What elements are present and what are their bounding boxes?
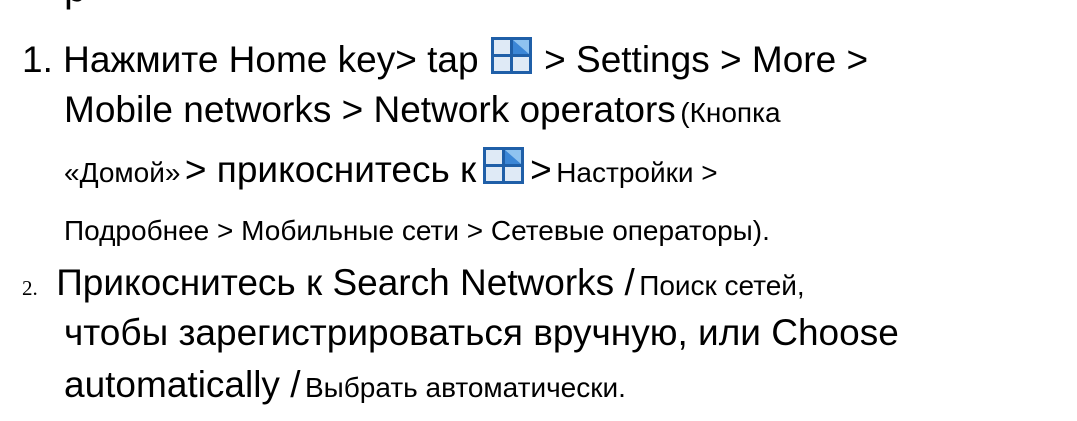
step1-line3-ru-a: «Домой» (64, 157, 181, 188)
step2-line3-b: Выбрать автоматически. (304, 372, 626, 403)
step1-text-b: > Settings > More > (544, 39, 869, 80)
step1-line2: Mobile networks > Network operators (Кно… (64, 89, 781, 131)
step1-line1: 1. Нажмите Home key> tap > Settings > Mo… (22, 37, 868, 81)
step2-line2: чтобы зарегистрироваться вручную, или Ch… (64, 312, 899, 353)
step1-line3-ru-b: Настройки > (556, 157, 718, 188)
heading-fragment: p (64, 0, 86, 10)
step1-line2-ru: (Кнопка (680, 97, 781, 128)
step1-line3-mid: > прикоснитесь к (184, 149, 477, 190)
step2-line1-b: Поиск сетей, (639, 270, 805, 301)
step1-line3-gt: > (530, 149, 552, 190)
step2-number: 2. (22, 276, 38, 300)
step2-line3-a: automatically / (64, 364, 301, 405)
step2-line3: automatically / Выбрать автоматически. (64, 364, 626, 406)
step2-line1: 2. Прикоснитесь к Search Networks / Поис… (22, 262, 805, 304)
step2-line1-a: Прикоснитесь к Search Networks / (56, 262, 635, 303)
step1-line3: «Домой» > прикоснитесь к > Настройки > (64, 147, 718, 191)
slide: p 1. Нажмите Home key> tap > Settings > … (0, 0, 1077, 421)
step1-line4: Подробнее > Мобильные сети > Сетевые опе… (64, 215, 770, 246)
step1-text-a: Нажмите Home key> tap (63, 39, 479, 80)
step1-line2-en: Mobile networks > Network operators (64, 89, 676, 130)
step1-number: 1. (22, 39, 53, 80)
app-grid-icon (490, 37, 532, 74)
app-grid-icon (482, 147, 524, 184)
